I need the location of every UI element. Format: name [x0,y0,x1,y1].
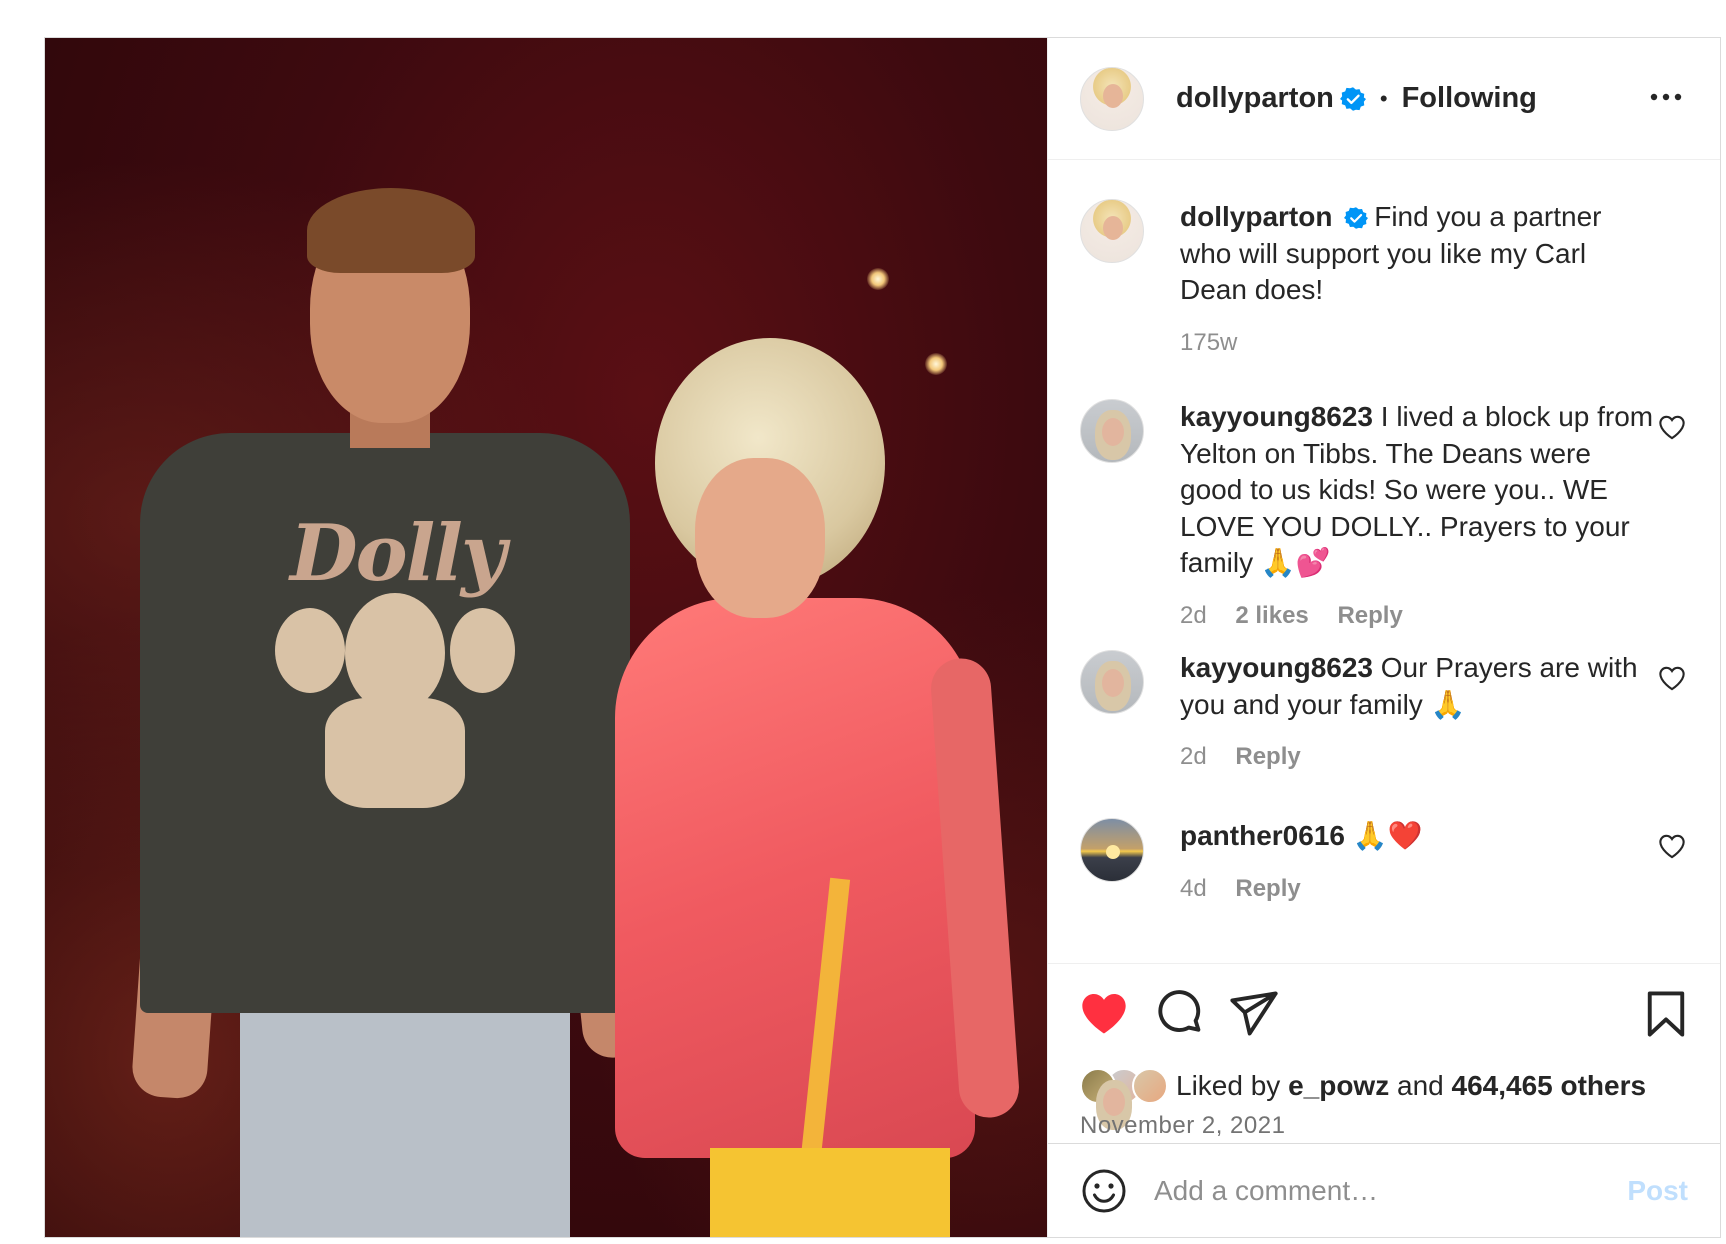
comment-username[interactable]: kayyoung8623 [1180,652,1373,683]
caption: dollyparton Find you a partner who will … [1080,199,1690,361]
caption-username[interactable]: dollyparton [1180,201,1332,232]
photo-light [925,353,947,375]
photo-man-pants [240,1008,570,1237]
reply-button[interactable]: Reply [1235,743,1300,770]
comment-meta: 4d Reply [1180,871,1660,908]
post-photo[interactable]: Dolly [45,38,1047,1237]
commenter-avatar[interactable] [1080,399,1144,463]
likes-count[interactable]: 464,465 others [1452,1070,1647,1101]
caption-age: 175w [1180,328,1238,356]
liked-by-user[interactable]: e_powz [1288,1070,1389,1101]
verified-icon [1344,207,1369,229]
liked-by-and: and [1397,1070,1444,1101]
post-modal: Dolly dollyparton • Following dollyparto… [44,37,1721,1238]
reply-button[interactable]: Reply [1337,602,1402,629]
comment-meta: 2d 2 likes Reply [1180,598,1660,635]
comment-username[interactable]: panther0616 [1180,820,1345,851]
comment-age: 2d [1180,743,1207,770]
comment-likes[interactable]: 2 likes [1235,602,1308,629]
comment-age: 2d [1180,601,1207,629]
header-separator: • [1379,85,1388,111]
comments-list[interactable]: dollyparton Find you a partner who will … [1048,161,1720,963]
caption-avatar[interactable] [1080,199,1144,263]
liked-by-text: Liked by e_powz and 464,465 others [1176,1070,1646,1102]
photo-woman-face [695,458,825,618]
post-header: dollyparton • Following [1048,38,1720,160]
comment-meta: 2d Reply [1180,739,1660,776]
post-actions: Liked by e_powz and 464,465 others Novem… [1048,963,1720,1153]
comment-username[interactable]: kayyoung8623 [1180,401,1373,432]
comment-item: kayyoung8623 Our Prayers are with you an… [1080,650,1690,776]
heart-outline-icon[interactable] [1658,665,1686,691]
commenter-avatar[interactable] [1080,650,1144,714]
comment-item: panther0616 🙏❤️ 4d Reply [1080,818,1690,907]
photo-light [867,268,889,290]
heart-outline-icon[interactable] [1658,833,1686,859]
shirt-print-face [275,608,345,693]
liked-by: Liked by e_powz and 464,465 others [1080,1068,1646,1130]
caption-meta: 175w [1180,325,1660,362]
shirt-print-figure [325,698,465,808]
more-icon[interactable] [1646,82,1686,112]
following-button[interactable]: Following [1402,82,1537,115]
comment-item: kayyoung8623 I lived a block up from Yel… [1080,399,1690,634]
comment-icon[interactable] [1154,988,1206,1040]
shirt-print-face [345,593,445,713]
comment-input[interactable] [1154,1174,1628,1207]
photo-woman-legs [710,1148,950,1237]
share-icon[interactable] [1228,988,1280,1040]
post-side-panel: dollyparton • Following dollyparton Find… [1047,38,1720,1237]
liker-avatar[interactable] [1080,1068,1132,1130]
reply-button[interactable]: Reply [1235,875,1300,902]
liker-avatar[interactable] [1132,1068,1168,1104]
liked-by-prefix: Liked by [1176,1070,1281,1101]
bookmark-icon[interactable] [1640,988,1692,1040]
emoji-icon[interactable] [1080,1167,1128,1215]
shirt-print-face [450,608,515,693]
comment-age: 4d [1180,874,1207,902]
verified-icon [1339,86,1366,111]
comment-composer: Post [1048,1143,1720,1237]
post-comment-button[interactable]: Post [1627,1175,1688,1207]
author-avatar[interactable] [1080,66,1144,131]
post-date[interactable]: November 2, 2021 [1080,1112,1285,1140]
comment-text: 🙏❤️ [1352,820,1423,851]
commenter-avatar[interactable] [1080,818,1144,882]
heart-outline-icon[interactable] [1658,414,1686,440]
photo-woman-dress [615,598,975,1158]
shirt-print-text: Dolly [290,508,506,599]
heart-filled-icon[interactable] [1078,988,1130,1040]
photo-man-hair [307,188,475,273]
author-username[interactable]: dollyparton [1176,82,1334,115]
